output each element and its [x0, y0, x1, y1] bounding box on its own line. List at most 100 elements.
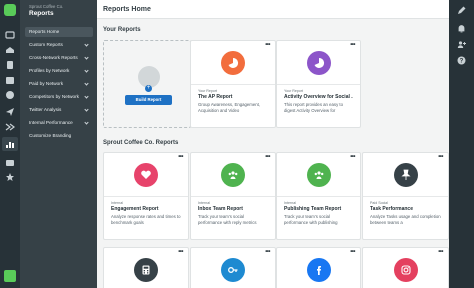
pin-icon — [393, 163, 418, 187]
report-card[interactable]: ••• — [276, 247, 361, 288]
chevron-down-icon — [84, 68, 89, 73]
report-name: Task Performance — [370, 206, 413, 212]
more-options-icon[interactable]: ••• — [265, 42, 270, 48]
star-icon[interactable] — [5, 172, 15, 182]
account-avatar[interactable] — [4, 270, 16, 282]
org-name: Sprout Coffee Co. — [29, 4, 64, 9]
report-card[interactable]: ••• — [362, 247, 449, 288]
subnav-item-branding[interactable]: Customize Branding — [25, 131, 93, 141]
subnav-item-cross-network[interactable]: Cross-Network Reports — [25, 53, 93, 63]
report-card[interactable]: ••• Internal Publishing Team Report Trac… — [276, 152, 361, 240]
reports-subnav: Sprout Coffee Co. Reports Reports Home C… — [20, 0, 97, 288]
card-body: Your Report The AP Report Group Awarenes… — [191, 84, 275, 127]
inbox-icon[interactable] — [5, 45, 15, 55]
compose-icon[interactable] — [5, 30, 15, 40]
report-name: Engagement Report — [111, 206, 159, 212]
listening-icon[interactable] — [5, 122, 15, 132]
subnav-item-label: Competitors by Network — [29, 94, 80, 99]
help-icon[interactable]: ? — [457, 56, 466, 65]
chevron-down-icon — [84, 55, 89, 60]
more-options-icon[interactable]: ••• — [350, 42, 355, 48]
subnav-item-label: Customize Branding — [29, 133, 72, 138]
report-description: Track your team's social performance wit… — [198, 214, 257, 225]
team-icon — [221, 163, 245, 187]
more-options-icon[interactable]: ••• — [438, 154, 443, 160]
tasks-icon[interactable] — [5, 60, 15, 70]
main-content: Reports Home Your Reports + Build Report… — [97, 0, 449, 288]
report-description: This report provides an easy to digest A… — [284, 102, 343, 113]
more-options-icon[interactable]: ••• — [178, 249, 183, 255]
subnav-item-reports-home[interactable]: Reports Home — [25, 27, 93, 37]
sprout-logo-icon[interactable] — [4, 4, 16, 16]
subnav-item-label: Reports Home — [29, 29, 60, 34]
subnav-item-label: Cross-Network Reports — [29, 55, 78, 60]
chevron-down-icon — [84, 120, 89, 125]
report-card[interactable]: ••• Paid Social Task Performance Analyze… — [362, 152, 449, 240]
card-body: Internal Inbox Team Report Track your te… — [191, 196, 275, 239]
notifications-icon[interactable] — [457, 24, 466, 33]
more-options-icon[interactable]: ••• — [265, 154, 270, 160]
more-options-icon[interactable]: ••• — [350, 249, 355, 255]
subnav-item-internal[interactable]: Internal Performance — [25, 118, 93, 128]
subnav-item-label: Paid by Network — [29, 81, 64, 86]
chevron-down-icon — [84, 107, 89, 112]
report-description: Analyze Tasks usage and completion betwe… — [370, 214, 441, 225]
report-card[interactable]: ••• Internal Inbox Team Report Track you… — [190, 152, 276, 240]
add-user-icon[interactable] — [457, 40, 466, 49]
chevron-down-icon — [84, 94, 89, 99]
report-kind: Your Report — [284, 89, 304, 93]
report-card[interactable]: ••• Internal Engagement Report Analyze r… — [103, 152, 189, 240]
plus-icon: + — [145, 85, 152, 92]
subnav-item-label: Twitter Analysis — [29, 107, 62, 112]
team-icon — [306, 163, 331, 187]
report-description: Analyze response rates and times to benc… — [111, 214, 181, 225]
subnav-item-twitter[interactable]: Twitter Analysis — [25, 105, 93, 115]
publishing-icon[interactable] — [5, 75, 15, 85]
more-options-icon[interactable]: ••• — [178, 154, 183, 160]
send-icon[interactable] — [5, 107, 15, 117]
card-body: Paid Social Task Performance Analyze Tas… — [363, 196, 448, 239]
your-reports-heading: Your Reports — [103, 27, 141, 33]
report-description: Track your team's social performance wit… — [284, 214, 338, 225]
pie-chart-icon — [306, 51, 331, 75]
page-header: Reports Home — [97, 0, 449, 19]
page-title: Reports Home — [103, 6, 151, 13]
instagram-icon — [393, 258, 418, 282]
report-card[interactable]: ••• Your Report The AP Report Group Awar… — [190, 40, 276, 128]
subnav-item-paid[interactable]: Paid by Network — [25, 79, 93, 89]
subnav-item-profiles[interactable]: Profiles by Network — [25, 66, 93, 76]
card-body: Your Report Activity Overview for Social… — [277, 84, 360, 127]
report-card[interactable]: ••• — [103, 247, 189, 288]
reports-icon[interactable] — [2, 137, 18, 151]
build-report-button[interactable]: Build Report — [125, 95, 172, 105]
subnav-item-competitors[interactable]: Competitors by Network — [25, 92, 93, 102]
report-name: Publishing Team Report — [284, 206, 342, 212]
calculator-icon — [134, 258, 158, 282]
pie-chart-icon — [221, 51, 245, 75]
key-icon — [221, 258, 245, 282]
chevron-down-icon — [84, 81, 89, 86]
subnav-item-label: Custom Reports — [29, 42, 63, 47]
more-options-icon[interactable]: ••• — [265, 249, 270, 255]
subnav-item-label: Profiles by Network — [29, 68, 70, 73]
card-body: Internal Engagement Report Analyze respo… — [104, 196, 188, 239]
report-kind: Internal — [111, 201, 123, 205]
chevron-down-icon — [84, 42, 89, 47]
reviews-icon[interactable] — [5, 90, 15, 100]
card-body: Internal Publishing Team Report Track yo… — [277, 196, 360, 239]
build-report-card[interactable]: + Build Report — [103, 40, 191, 128]
utility-rail: ? — [449, 0, 474, 288]
heart-icon — [134, 163, 158, 187]
report-card[interactable]: ••• — [190, 247, 276, 288]
svg-text:?: ? — [460, 59, 464, 65]
more-options-icon[interactable]: ••• — [438, 249, 443, 255]
report-kind: Internal — [284, 201, 296, 205]
compose-icon[interactable] — [457, 6, 466, 15]
bots-icon[interactable] — [5, 157, 15, 167]
subnav-item-custom-reports[interactable]: Custom Reports — [25, 40, 93, 50]
more-options-icon[interactable]: ••• — [350, 154, 355, 160]
report-card[interactable]: ••• Your Report Activity Overview for So… — [276, 40, 361, 128]
section-title: Reports — [29, 10, 54, 17]
report-kind: Internal — [198, 201, 210, 205]
report-name: Inbox Team Report — [198, 206, 243, 212]
